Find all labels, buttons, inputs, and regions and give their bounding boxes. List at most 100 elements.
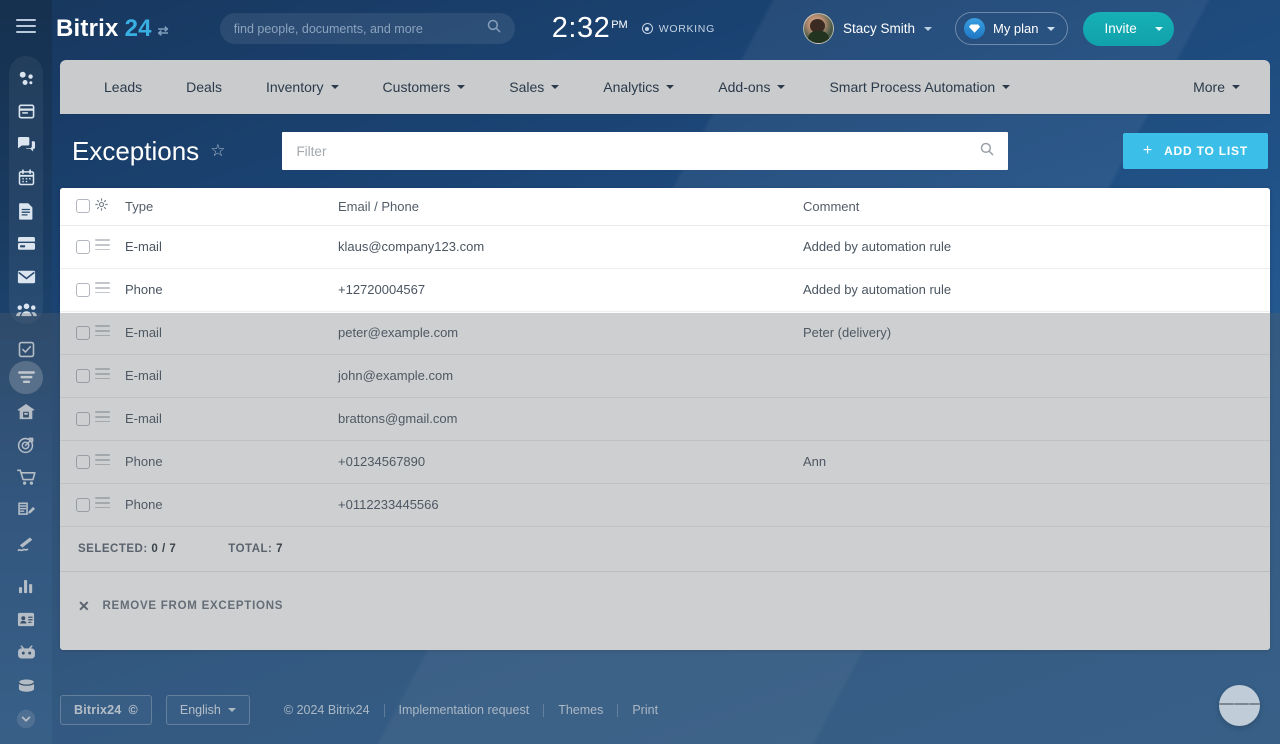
- filter-bar[interactable]: [282, 132, 1009, 170]
- nav-item-smart-process-automation[interactable]: Smart Process Automation: [807, 60, 1032, 114]
- sidebar-item-crm-funnel-icon[interactable]: [0, 361, 52, 394]
- table-row[interactable]: Phone +12720004567 Added by automation rul…: [60, 268, 1270, 312]
- sidebar-item-more-chevron-icon[interactable]: [0, 702, 52, 735]
- column-header-email-phone[interactable]: Email / Phone: [338, 188, 803, 226]
- drag-handle-icon[interactable]: [95, 282, 110, 294]
- select-all-checkbox[interactable]: [76, 199, 90, 214]
- gear-icon[interactable]: [95, 198, 108, 214]
- sidebar-item-group-icon[interactable]: [0, 293, 52, 326]
- nav-item-analytics[interactable]: Analytics: [581, 60, 696, 114]
- footer-link-implementation-request[interactable]: Implementation request: [385, 703, 544, 717]
- sidebar-item-feed-icon[interactable]: [0, 95, 52, 128]
- sidebar-item-marketing-target-icon[interactable]: [0, 428, 52, 461]
- row-checkbox[interactable]: [76, 239, 90, 254]
- search-input[interactable]: [233, 21, 487, 36]
- nav-item-label: Analytics: [603, 79, 660, 95]
- nav-item-add-ons[interactable]: Add-ons: [696, 60, 807, 114]
- table-row[interactable]: E-mail brattons@gmail.com: [60, 397, 1270, 441]
- cell-comment: [803, 483, 1270, 527]
- row-drag-cell: [95, 440, 125, 484]
- sidebar-item-automation-bot-icon[interactable]: [0, 636, 52, 669]
- working-status[interactable]: WORKING: [641, 23, 715, 35]
- sidebar-item-company-icon[interactable]: [0, 395, 52, 428]
- sidebar-item-documents-icon[interactable]: [0, 194, 52, 227]
- table-row[interactable]: E-mail klaus@company123.com Added by autom…: [60, 225, 1270, 269]
- registered-mark: ©: [128, 703, 138, 717]
- add-to-list-button[interactable]: + ADD TO LIST: [1122, 133, 1268, 169]
- drag-handle-icon[interactable]: [95, 325, 110, 337]
- filter-input[interactable]: [296, 143, 981, 159]
- sidebar-item-calendar-icon[interactable]: [0, 161, 52, 194]
- column-header-type[interactable]: Type: [125, 188, 338, 226]
- table-row[interactable]: Phone +01234567890 Ann: [60, 440, 1270, 484]
- row-select-cell: [60, 268, 95, 312]
- invite-button[interactable]: Invite: [1082, 11, 1174, 46]
- search-icon: [487, 19, 501, 38]
- sidebar-item-contact-card-icon[interactable]: [0, 603, 52, 636]
- page-header-row: Exceptions ☆ + ADD TO LIST: [60, 118, 1270, 184]
- cell-comment: Added by automation rule: [803, 225, 1270, 269]
- row-checkbox[interactable]: [76, 411, 90, 426]
- column-header-comment[interactable]: Comment: [803, 188, 1270, 226]
- row-drag-cell: [95, 268, 125, 312]
- nav-item-more[interactable]: More: [1171, 60, 1270, 114]
- sidebar-item-company-pulse-icon[interactable]: [0, 62, 52, 95]
- sidebar-item-analytics-bar-icon[interactable]: [0, 570, 52, 603]
- chevron-down-icon: [1046, 26, 1055, 31]
- row-drag-cell: [95, 354, 125, 398]
- nav-item-label: Add-ons: [718, 79, 771, 95]
- support-lines-button[interactable]: [1219, 685, 1260, 726]
- language-selector[interactable]: English: [165, 695, 250, 725]
- selected-counter: SELECTED: 0 / 7: [78, 543, 176, 555]
- nav-item-label: Smart Process Automation: [829, 79, 996, 95]
- table-body: E-mail klaus@company123.com Added by autom…: [60, 225, 1270, 527]
- sidebar-item-signing-icon[interactable]: [0, 527, 52, 560]
- sidebar-item-online-store-icon[interactable]: [0, 461, 52, 494]
- cell-type: Phone: [125, 483, 338, 527]
- exceptions-table: Type Email / Phone Comment E-mail klaus@c…: [60, 188, 1270, 527]
- nav-item-inventory[interactable]: Inventory: [244, 60, 361, 114]
- page-title-text: Exceptions: [72, 135, 200, 166]
- swap-icon[interactable]: ⇄: [158, 23, 169, 39]
- hamburger-icon[interactable]: [16, 19, 36, 33]
- table-row[interactable]: Phone +0112233445566: [60, 483, 1270, 527]
- footer-link-print[interactable]: Print: [618, 703, 672, 717]
- footer-logo-button[interactable]: Bitrix24 ©: [60, 695, 152, 725]
- row-checkbox[interactable]: [76, 497, 90, 512]
- table-row[interactable]: E-mail john@example.com: [60, 354, 1270, 398]
- my-plan-button[interactable]: My plan: [954, 12, 1068, 45]
- global-search[interactable]: [219, 13, 515, 44]
- drag-handle-icon[interactable]: [95, 411, 110, 423]
- cell-comment: Peter (delivery): [803, 311, 1270, 355]
- nav-item-sales[interactable]: Sales: [487, 60, 581, 114]
- sidebar-item-mail-icon[interactable]: [0, 260, 52, 293]
- row-checkbox[interactable]: [76, 325, 90, 340]
- nav-item-deals[interactable]: Deals: [164, 60, 244, 114]
- language-label: English: [179, 703, 221, 717]
- nav-item-customers[interactable]: Customers: [361, 60, 488, 114]
- drag-handle-icon[interactable]: [95, 368, 110, 380]
- footer-link-themes[interactable]: Themes: [544, 703, 617, 717]
- total-label: TOTAL:: [228, 542, 273, 555]
- row-checkbox[interactable]: [76, 454, 90, 469]
- cell-comment: Added by automation rule: [803, 268, 1270, 312]
- sidebar-item-sites-icon[interactable]: [0, 494, 52, 527]
- row-checkbox[interactable]: [76, 368, 90, 383]
- chevron-down-icon: [457, 85, 466, 89]
- sidebar-item-chat-icon[interactable]: [0, 128, 52, 161]
- search-icon[interactable]: [980, 142, 994, 161]
- drag-handle-icon[interactable]: [95, 497, 110, 509]
- table-row[interactable]: E-mail peter@example.com Peter (delivery): [60, 311, 1270, 355]
- group-actions-bar: ✕ REMOVE FROM EXCEPTIONS: [60, 572, 1270, 651]
- user-menu[interactable]: Stacy Smith: [802, 13, 932, 44]
- sidebar-item-market-icon[interactable]: [0, 669, 52, 702]
- drag-handle-icon[interactable]: [95, 454, 110, 466]
- row-checkbox[interactable]: [76, 282, 90, 297]
- brand-logo[interactable]: Bitrix 24 ⇄: [56, 15, 169, 43]
- row-select-cell: [60, 225, 95, 269]
- star-icon[interactable]: ☆: [210, 141, 225, 161]
- drag-handle-icon[interactable]: [95, 239, 110, 251]
- sidebar-item-drive-icon[interactable]: [0, 227, 52, 260]
- remove-from-exceptions-button[interactable]: ✕ REMOVE FROM EXCEPTIONS: [78, 598, 283, 615]
- nav-item-leads[interactable]: Leads: [82, 60, 164, 114]
